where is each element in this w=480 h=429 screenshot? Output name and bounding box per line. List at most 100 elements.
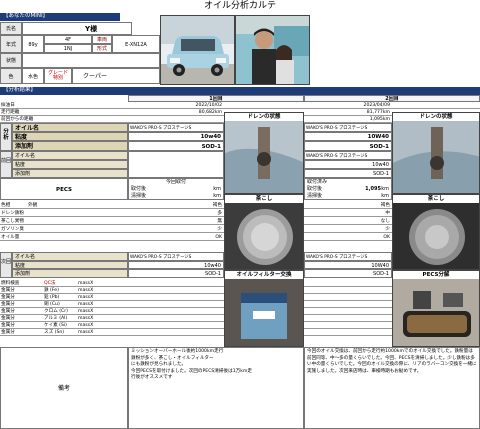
metal-fe-label: 金属分 [1,288,15,293]
metal-cr-label: 金属分 [1,309,15,314]
r2-pecs-bot: 清掃後 [307,193,323,199]
r2-next-viscosity: 10W40 [304,261,392,269]
metal-cu-label: 金属分 [1,302,15,307]
color-label: 色 [0,68,22,84]
oil-name-label: オイル名 [12,123,128,132]
metal-cr-element: クロム (Cr) [44,309,68,314]
r2-pecs-bot-unit: km [381,193,389,199]
r1-next-additive: SOD-1 [128,269,224,278]
metal-si-unit: massX [78,323,94,328]
check-strainer-r1: 無 [217,219,222,224]
metal-si-element: ケイ素 (Si) [44,323,67,328]
check-drain-r2: 中 [385,211,390,216]
metals-header: 燃料検査 [1,281,20,286]
r1-strainer-drawing [225,203,303,269]
color-value: 水色 [22,68,44,84]
metal-al-element: アルミ (Al) [44,316,68,321]
check-strainer-label: 茶こし異物 [1,219,24,224]
remarks-round1: ミッションオーバーホール後約1000km走行 鉄粉が多く、茶こし・オイルフィルタ… [128,347,304,429]
spec2-top: 車両 [92,35,112,44]
next-group-label: 次回 [0,252,12,278]
prev-group-label: 前回 [0,151,12,178]
check-color-sub: 外観 [28,203,38,208]
r1-strainer-photo: 茶こし [224,194,304,270]
metal-al-label: 金属分 [1,316,15,321]
metal-si-label: 金属分 [1,323,15,328]
metal-cu-unit: massX [78,302,94,307]
r2-strainer-caption: 茶こし [393,195,479,203]
round2-header: 2回目 [304,95,480,102]
owner-photo [235,15,310,85]
r1-oil-name: WAKO'S PRO-S プロステージS [128,123,224,132]
name-label: 氏名 [0,22,22,35]
r1-pecs: 今回取付 取付後 km 清掃後 km [128,178,224,200]
grade-sub-text: 特別 [52,75,63,81]
check-oil-amount-r1: OK [215,235,222,240]
mileage-r1: 80,682km [198,110,222,115]
date-label: 採油日 [1,103,15,108]
page-title: オイル分析カルテ [203,1,276,11]
r1-drain-photo: ドレンの状態 [224,112,304,194]
metal-sn-element: スズ (Sn) [44,330,65,335]
r2-strainer-photo: 茶こし [392,194,480,270]
grade-label: グレード 特別 [44,68,72,84]
date-r2: 2023/04/09 [363,103,390,108]
r2-prev-viscosity: 10w40 [304,160,392,169]
r1-pecs-top: 今回取付 [165,179,186,185]
r2-drain-photo: ドレンの状態 [392,112,480,194]
r1-pecs-mid: 取付後 [131,186,147,192]
r1-pecs-bot-unit: km [213,193,221,199]
distance-r2: 1,095km [369,117,390,122]
r1-drain-drawing [225,121,303,193]
viscosity-label: 粘度 [12,132,128,141]
spec2-bottom: 形式 [92,44,112,53]
r2-next-oil-name: WAKO'S PRO-S プロステージS [304,252,392,261]
r2-prev-additive: SOD-1 [304,169,392,178]
car-photo-drawing [161,16,234,84]
metal-fe-element: 鉄 (Fe) [44,288,59,293]
owner-photo-drawing [236,16,309,84]
r2-oil-name: WAKO'S PRO-S プロステージS [304,123,392,132]
next-viscosity-label: 粘度 [12,261,128,269]
grade-value: クーパー [72,68,160,84]
spec1-bottom: 1NJ [44,44,92,53]
r2-drain-caption: ドレンの状態 [393,113,479,121]
check-gasoline-r1: 少 [217,227,222,232]
model-year-value: 89y [22,35,44,53]
condition-value [22,53,160,68]
r1-filter-photo: オイルフィルター交換 [224,270,304,347]
r1-next-oil-name: WAKO'S PRO-S プロステージS [128,252,224,261]
remarks-round2: 今回のオイル交換は、前回から走行約1000kmでのオイル交換でした。鉄粉量は前回… [304,347,480,429]
r2-pecs-drawing [393,279,479,346]
pecs-label: PECS [0,178,128,200]
r1-pecs-mid-unit: km [213,186,221,192]
r2-pecs: 取付済み 取付後 1,095 km 清掃後 km [304,178,392,200]
spec1-top: 4F [44,35,92,44]
check-strainer-r2: なし [380,219,390,224]
metal-sn-unit: massX [78,330,94,335]
r1-viscosity: 10w40 [128,132,224,141]
r1-additive: SOD-1 [128,141,224,151]
r1-drain-caption: ドレンの状態 [225,113,303,121]
next-oil-name-label: オイル名 [12,252,128,261]
r2-viscosity: 10W40 [304,132,392,141]
r1-filter-caption: オイルフィルター交換 [225,271,303,279]
prev-additive-label: 添加剤 [12,169,128,178]
name-value: Y様 [22,22,132,35]
r2-pecs-mid-value: 1,095 [365,186,381,192]
round1-header: 1回目 [128,95,304,102]
next-additive-label: 添加剤 [12,269,128,278]
date-r1: 2022/10/02 [195,103,222,108]
metal-cr-unit: massX [78,309,94,314]
check-gasoline-r2: 少 [385,227,390,232]
results-section-header: 【分析結果】 [0,87,480,95]
car-photo [160,15,235,85]
condition-label: 状態 [0,53,22,68]
metal-pb-element: 鉛 (Pb) [44,295,60,300]
r2-pecs-mid: 取付後 [307,186,323,192]
distance-label: 前回からの距離 [1,117,34,122]
r2-next-additive: SOD-1 [304,269,392,278]
engine-value: E-XN12A [112,35,160,53]
your-mini-section-header: 【あなたのMINI】 [0,13,120,21]
r2-additive: SOD-1 [304,141,392,151]
